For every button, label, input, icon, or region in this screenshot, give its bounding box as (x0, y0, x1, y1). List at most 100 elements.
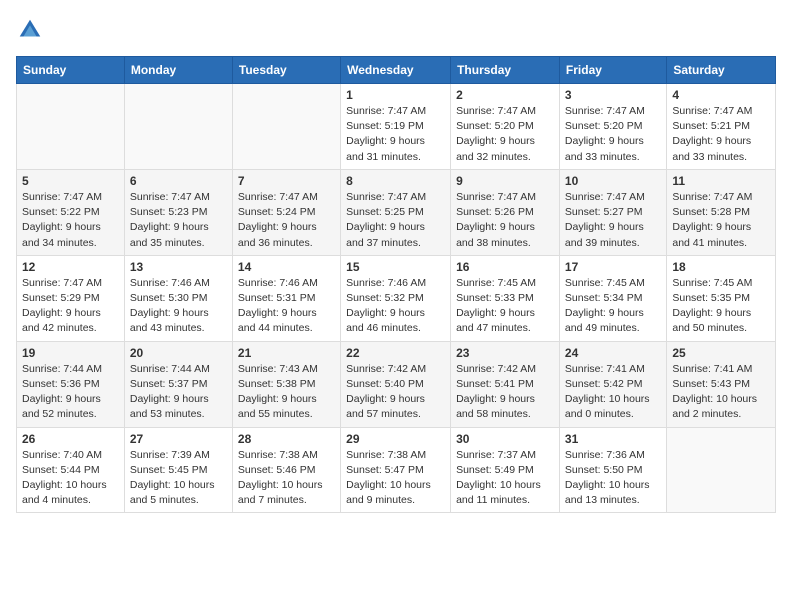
day-info: Sunrise: 7:47 AM Sunset: 5:23 PM Dayligh… (130, 190, 227, 251)
calendar-cell: 6 Sunrise: 7:47 AM Sunset: 5:23 PM Daylig… (124, 169, 232, 255)
day-number: 9 (456, 174, 554, 188)
weekday-header-row: SundayMondayTuesdayWednesdayThursdayFrid… (17, 57, 776, 84)
day-info: Sunrise: 7:45 AM Sunset: 5:33 PM Dayligh… (456, 276, 554, 337)
day-info: Sunrise: 7:39 AM Sunset: 5:45 PM Dayligh… (130, 448, 227, 509)
day-info: Sunrise: 7:47 AM Sunset: 5:20 PM Dayligh… (565, 104, 661, 165)
day-number: 12 (22, 260, 119, 274)
calendar-cell: 31 Sunrise: 7:36 AM Sunset: 5:50 PM Dayli… (559, 427, 666, 513)
calendar-cell: 19Sunrise: 7:44 AM Sunset: 5:36 PM Dayli… (17, 341, 125, 427)
day-number: 25 (672, 346, 770, 360)
day-number: 8 (346, 174, 445, 188)
weekday-header-tuesday: Tuesday (232, 57, 340, 84)
logo (16, 16, 48, 44)
week-row-2: 5 Sunrise: 7:47 AM Sunset: 5:22 PM Daylig… (17, 169, 776, 255)
day-number: 26 (22, 432, 119, 446)
calendar-cell: 15 Sunrise: 7:46 AM Sunset: 5:32 PM Dayli… (341, 255, 451, 341)
day-info: Sunrise: 7:47 AM Sunset: 5:20 PM Dayligh… (456, 104, 554, 165)
day-info: Sunrise: 7:46 AM Sunset: 5:31 PM Dayligh… (238, 276, 335, 337)
calendar-cell: 10 Sunrise: 7:47 AM Sunset: 5:27 PM Dayli… (559, 169, 666, 255)
day-number: 24 (565, 346, 661, 360)
calendar-cell: 27 Sunrise: 7:39 AM Sunset: 5:45 PM Dayli… (124, 427, 232, 513)
calendar-cell: 22 Sunrise: 7:42 AM Sunset: 5:40 PM Dayli… (341, 341, 451, 427)
week-row-4: 19Sunrise: 7:44 AM Sunset: 5:36 PM Dayli… (17, 341, 776, 427)
day-info: Sunrise: 7:44 AM Sunset: 5:36 PM Dayligh… (22, 362, 119, 423)
day-info: Sunrise: 7:47 AM Sunset: 5:21 PM Dayligh… (672, 104, 770, 165)
calendar-cell: 12 Sunrise: 7:47 AM Sunset: 5:29 PM Dayli… (17, 255, 125, 341)
weekday-header-saturday: Saturday (667, 57, 776, 84)
week-row-5: 26Sunrise: 7:40 AM Sunset: 5:44 PM Dayli… (17, 427, 776, 513)
calendar-cell (232, 84, 340, 170)
calendar-cell (667, 427, 776, 513)
weekday-header-sunday: Sunday (17, 57, 125, 84)
day-info: Sunrise: 7:46 AM Sunset: 5:32 PM Dayligh… (346, 276, 445, 337)
calendar-cell: 17 Sunrise: 7:45 AM Sunset: 5:34 PM Dayli… (559, 255, 666, 341)
calendar-cell: 23 Sunrise: 7:42 AM Sunset: 5:41 PM Dayli… (451, 341, 560, 427)
day-info: Sunrise: 7:45 AM Sunset: 5:34 PM Dayligh… (565, 276, 661, 337)
day-number: 6 (130, 174, 227, 188)
day-number: 20 (130, 346, 227, 360)
calendar-table: SundayMondayTuesdayWednesdayThursdayFrid… (16, 56, 776, 513)
day-info: Sunrise: 7:44 AM Sunset: 5:37 PM Dayligh… (130, 362, 227, 423)
page-header (16, 16, 776, 44)
day-number: 23 (456, 346, 554, 360)
calendar-cell: 25Sunrise: 7:41 AM Sunset: 5:43 PM Dayli… (667, 341, 776, 427)
weekday-header-wednesday: Wednesday (341, 57, 451, 84)
week-row-1: 1 Sunrise: 7:47 AM Sunset: 5:19 PM Daylig… (17, 84, 776, 170)
day-number: 22 (346, 346, 445, 360)
weekday-header-monday: Monday (124, 57, 232, 84)
day-info: Sunrise: 7:43 AM Sunset: 5:38 PM Dayligh… (238, 362, 335, 423)
day-number: 16 (456, 260, 554, 274)
calendar-cell: 9Sunrise: 7:47 AM Sunset: 5:26 PM Daylig… (451, 169, 560, 255)
day-number: 1 (346, 88, 445, 102)
day-info: Sunrise: 7:47 AM Sunset: 5:28 PM Dayligh… (672, 190, 770, 251)
day-number: 11 (672, 174, 770, 188)
calendar-cell: 1 Sunrise: 7:47 AM Sunset: 5:19 PM Daylig… (341, 84, 451, 170)
day-info: Sunrise: 7:36 AM Sunset: 5:50 PM Dayligh… (565, 448, 661, 509)
day-number: 30 (456, 432, 554, 446)
day-number: 13 (130, 260, 227, 274)
day-number: 3 (565, 88, 661, 102)
day-info: Sunrise: 7:41 AM Sunset: 5:42 PM Dayligh… (565, 362, 661, 423)
day-number: 10 (565, 174, 661, 188)
calendar-cell: 29Sunrise: 7:38 AM Sunset: 5:47 PM Dayli… (341, 427, 451, 513)
day-number: 4 (672, 88, 770, 102)
day-info: Sunrise: 7:45 AM Sunset: 5:35 PM Dayligh… (672, 276, 770, 337)
calendar-cell: 4 Sunrise: 7:47 AM Sunset: 5:21 PM Daylig… (667, 84, 776, 170)
day-info: Sunrise: 7:47 AM Sunset: 5:25 PM Dayligh… (346, 190, 445, 251)
day-number: 27 (130, 432, 227, 446)
day-info: Sunrise: 7:42 AM Sunset: 5:41 PM Dayligh… (456, 362, 554, 423)
day-info: Sunrise: 7:47 AM Sunset: 5:27 PM Dayligh… (565, 190, 661, 251)
calendar-cell: 7 Sunrise: 7:47 AM Sunset: 5:24 PM Daylig… (232, 169, 340, 255)
calendar-cell: 5 Sunrise: 7:47 AM Sunset: 5:22 PM Daylig… (17, 169, 125, 255)
day-number: 15 (346, 260, 445, 274)
day-number: 31 (565, 432, 661, 446)
day-info: Sunrise: 7:47 AM Sunset: 5:29 PM Dayligh… (22, 276, 119, 337)
day-number: 29 (346, 432, 445, 446)
calendar-cell: 21Sunrise: 7:43 AM Sunset: 5:38 PM Dayli… (232, 341, 340, 427)
calendar-cell: 16 Sunrise: 7:45 AM Sunset: 5:33 PM Dayli… (451, 255, 560, 341)
day-info: Sunrise: 7:38 AM Sunset: 5:46 PM Dayligh… (238, 448, 335, 509)
calendar-cell: 11 Sunrise: 7:47 AM Sunset: 5:28 PM Dayli… (667, 169, 776, 255)
week-row-3: 12 Sunrise: 7:47 AM Sunset: 5:29 PM Dayli… (17, 255, 776, 341)
calendar-cell: 20 Sunrise: 7:44 AM Sunset: 5:37 PM Dayli… (124, 341, 232, 427)
calendar-cell: 30 Sunrise: 7:37 AM Sunset: 5:49 PM Dayli… (451, 427, 560, 513)
day-info: Sunrise: 7:37 AM Sunset: 5:49 PM Dayligh… (456, 448, 554, 509)
weekday-header-friday: Friday (559, 57, 666, 84)
day-number: 2 (456, 88, 554, 102)
calendar-cell (124, 84, 232, 170)
calendar-cell: 8 Sunrise: 7:47 AM Sunset: 5:25 PM Daylig… (341, 169, 451, 255)
day-info: Sunrise: 7:47 AM Sunset: 5:19 PM Dayligh… (346, 104, 445, 165)
calendar-cell: 13 Sunrise: 7:46 AM Sunset: 5:30 PM Dayli… (124, 255, 232, 341)
calendar-cell (17, 84, 125, 170)
calendar-cell: 2 Sunrise: 7:47 AM Sunset: 5:20 PM Daylig… (451, 84, 560, 170)
day-number: 7 (238, 174, 335, 188)
day-info: Sunrise: 7:47 AM Sunset: 5:22 PM Dayligh… (22, 190, 119, 251)
day-info: Sunrise: 7:46 AM Sunset: 5:30 PM Dayligh… (130, 276, 227, 337)
day-info: Sunrise: 7:42 AM Sunset: 5:40 PM Dayligh… (346, 362, 445, 423)
day-number: 5 (22, 174, 119, 188)
weekday-header-thursday: Thursday (451, 57, 560, 84)
calendar-cell: 3 Sunrise: 7:47 AM Sunset: 5:20 PM Daylig… (559, 84, 666, 170)
day-number: 17 (565, 260, 661, 274)
calendar-cell: 18Sunrise: 7:45 AM Sunset: 5:35 PM Dayli… (667, 255, 776, 341)
day-info: Sunrise: 7:47 AM Sunset: 5:24 PM Dayligh… (238, 190, 335, 251)
